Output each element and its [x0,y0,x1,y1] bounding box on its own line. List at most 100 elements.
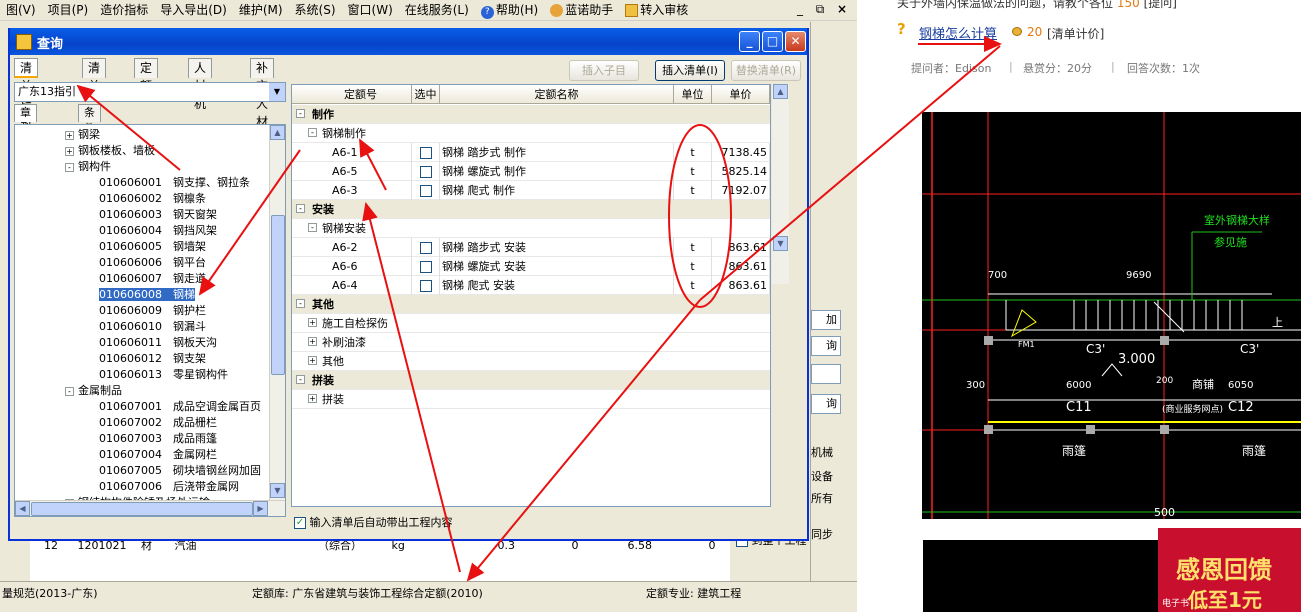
table-row[interactable]: + 补刷油漆 [292,333,770,352]
select-checkbox[interactable] [419,166,432,178]
tree-item[interactable]: 010606010 钢漏斗 [99,319,206,335]
question-tag[interactable]: [清单计价] [1047,25,1104,42]
expand-icon[interactable]: + [308,356,317,365]
expand-icon[interactable]: + [308,394,317,403]
bg-check-all[interactable]: 所有 [811,490,833,506]
tree-scroll-thumb[interactable] [271,215,285,375]
tab-supplement[interactable]: 补充人材机 [250,58,275,147]
restore-icon[interactable]: ⧉ [812,2,828,17]
tree-item[interactable]: 010607006 后浇带金属网 [99,479,239,495]
menu-help[interactable]: ? 帮助(H) [475,0,544,21]
dialog-minimize-icon[interactable]: _ [739,31,760,52]
bg-add-button[interactable]: 加 [811,310,841,330]
menu-project[interactable]: 项目(P) [42,0,95,21]
collapse-icon[interactable]: - [296,299,305,308]
tree-item[interactable]: 010606005 钢墙架 [99,239,206,255]
tree-item[interactable]: 010606009 钢护栏 [99,303,206,319]
collapse-icon[interactable]: - [65,162,74,172]
scroll-down-icon[interactable]: ▼ [773,236,788,251]
bg-check-equipment[interactable]: 设备 [811,468,833,484]
menu-view[interactable]: 图(V) [0,0,42,21]
table-row[interactable]: A6-4 钢梯 爬式 安装 t 863.61 [292,276,770,295]
table-row[interactable]: A6-1 钢梯 踏步式 制作 t 7138.45 [292,143,770,162]
tree-vscroll[interactable]: ▲ ▼ [269,125,285,500]
tree-item[interactable]: 010606008 钢梯 [99,287,195,303]
tree-item[interactable]: 010607004 金属网栏 [99,447,217,463]
table-row[interactable]: - 拼装 [292,371,770,390]
expand-icon[interactable]: + [65,130,74,140]
tree-item[interactable]: 010606012 钢支架 [99,351,206,367]
tree-item[interactable]: + 钢梁 [65,127,100,143]
tree-item[interactable]: 010606003 钢天窗架 [99,207,217,223]
menu-import-export[interactable]: 导入导出(D) [154,0,233,21]
tree-item[interactable]: 010606011 钢板天沟 [99,335,217,351]
tab-condition-query[interactable]: 条件查询 [78,104,101,167]
tree-item[interactable]: 010606002 钢檩条 [99,191,206,207]
col-header-price[interactable]: 单价 [712,85,770,104]
expand-icon[interactable]: + [308,337,317,346]
menu-maintain[interactable]: 维护(M) [233,0,289,21]
table-row[interactable]: - 制作 [292,105,770,124]
select-checkbox[interactable] [419,280,432,292]
select-checkbox[interactable] [419,242,432,254]
table-row[interactable]: A6-5 钢梯 螺旋式 制作 t 5825.14 [292,162,770,181]
select-checkbox[interactable] [419,185,432,197]
tree-item[interactable]: 010606006 钢平台 [99,255,206,271]
tree-hscroll[interactable]: ◀ ▶ [15,500,285,516]
table-row[interactable]: - 钢梯制作 [292,124,770,143]
select-checkbox[interactable] [419,147,432,159]
collapse-icon[interactable]: - [296,109,305,118]
select-checkbox[interactable] [419,261,432,273]
close-icon[interactable]: × [834,2,850,16]
scroll-left-icon[interactable]: ◀ [15,501,30,516]
tree-item[interactable]: 010607001 成品空调金属百页 [99,399,261,415]
insert-list-button[interactable]: 插入清单(I) [655,60,725,81]
tree-item[interactable]: 010606004 钢挡风架 [99,223,217,239]
collapse-icon[interactable]: - [65,386,74,396]
tree-item[interactable]: 010606001 钢支撑、钢拉条 [99,175,250,191]
collapse-icon[interactable]: - [308,128,317,137]
table-row[interactable]: + 拼装 [292,390,770,409]
insert-child-button[interactable]: 插入子目 [569,60,639,81]
grid-vscroll[interactable]: ▲ ▼ [772,84,789,284]
table-row[interactable]: + 其他 [292,352,770,371]
auto-content-checkbox[interactable]: ✓ 输入清单后自动带出工程内容 [294,514,453,530]
table-row[interactable]: A6-3 钢梯 爬式 制作 t 7192.07 [292,181,770,200]
chevron-down-icon[interactable]: ▼ [269,83,285,101]
col-header-unit[interactable]: 单位 [674,85,712,104]
table-row[interactable]: - 钢梯安装 [292,219,770,238]
top-question[interactable]: 关于外墙内保温做法的问题，请教个各位 150 [提问] [897,0,1177,11]
table-row[interactable]: A6-6 钢梯 螺旋式 安装 t 863.61 [292,257,770,276]
collapse-icon[interactable]: - [296,375,305,384]
tab-list-guide[interactable]: 清单指引 [14,58,39,129]
tab-labor-material[interactable]: 人材机 [188,58,213,111]
col-header-select[interactable]: 选中 [412,85,440,104]
bg-button[interactable] [811,364,841,384]
check-icon[interactable]: ✓ [294,517,306,529]
dialog-maximize-icon[interactable]: □ [762,31,783,52]
promo-banner[interactable]: 感恩回馈 低至1元 电子书 [1158,528,1301,612]
col-header-code[interactable]: 定额号 [292,85,412,104]
tree-item[interactable]: 010606007 钢走道 [99,271,206,287]
replace-list-button[interactable]: 替换清单(R) [731,60,801,81]
tree-item[interactable]: - 金属制品 [65,383,122,399]
col-header-name[interactable]: 定额名称 [440,85,674,104]
tree-hscroll-thumb[interactable] [31,502,253,516]
menu-online[interactable]: 在线服务(L) [399,0,475,21]
question-title-link[interactable]: 钢梯怎么计算 [919,23,997,42]
scroll-right-icon[interactable]: ▶ [253,501,268,516]
expand-icon[interactable]: + [308,318,317,327]
bg-check-machine[interactable]: 机械 [811,444,833,460]
table-row[interactable]: - 其他 [292,295,770,314]
tree-item[interactable]: 010607003 成品雨篷 [99,431,217,447]
menu-assistant[interactable]: 蓝诺助手 [544,0,619,21]
tree-item[interactable]: + 钢板楼板、墙板 [65,143,155,159]
menu-system[interactable]: 系统(S) [289,0,342,21]
expand-icon[interactable]: + [65,146,74,156]
guide-select[interactable]: 广东13指引 ▼ [14,82,286,102]
tree-item[interactable]: 010607002 成品栅栏 [99,415,217,431]
minimize-icon[interactable]: _ [792,2,808,16]
collapse-icon[interactable]: - [296,204,305,213]
scroll-down-icon[interactable]: ▼ [270,483,285,498]
table-row[interactable]: A6-2 钢梯 踏步式 安装 t 863.61 [292,238,770,257]
